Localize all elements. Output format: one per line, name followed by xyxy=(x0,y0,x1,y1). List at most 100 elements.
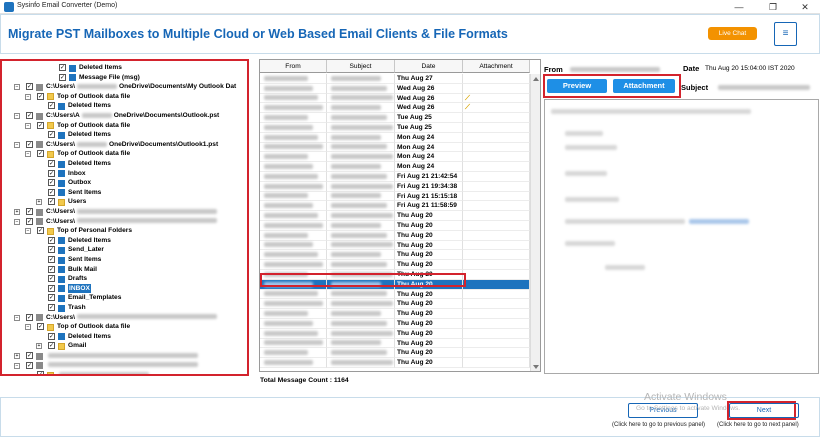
tree-item[interactable]: + ✓ C:\Users\ xyxy=(2,207,247,217)
column-header-attachment[interactable]: Attachment xyxy=(463,60,530,73)
tree-item[interactable]: + ✓ Gmail xyxy=(2,341,247,351)
collapse-icon[interactable]: − xyxy=(25,151,31,158)
message-row[interactable]: Mon Aug 24 xyxy=(260,132,530,143)
tree-checkbox[interactable]: ✓ xyxy=(48,342,55,350)
tree-item[interactable]: ✓ Bulk Mail xyxy=(2,265,247,275)
message-scrollbar[interactable] xyxy=(530,74,540,371)
live-chat-button[interactable]: Live Chat xyxy=(708,27,757,40)
folder-tree[interactable]: ✓ Deleted Items ✓ Message File (msg) − ✓ C:\Us… xyxy=(0,59,249,376)
collapse-icon[interactable]: − xyxy=(14,113,20,119)
tree-checkbox[interactable]: ✓ xyxy=(26,208,33,215)
tree-item[interactable]: − ✓ Top of Outlook data file xyxy=(2,92,247,102)
collapse-icon[interactable]: − xyxy=(14,314,20,321)
tree-checkbox[interactable]: ✓ xyxy=(48,265,55,273)
collapse-icon[interactable]: − xyxy=(25,122,31,129)
message-row[interactable]: Thu Aug 20 xyxy=(260,289,530,300)
message-row[interactable]: Mon Aug 24 xyxy=(260,152,530,163)
tree-checkbox[interactable]: ✓ xyxy=(59,64,66,71)
tree-checkbox[interactable]: ✓ xyxy=(37,227,44,235)
tree-checkbox[interactable]: ✓ xyxy=(48,102,55,110)
message-row[interactable]: Thu Aug 20 xyxy=(260,358,530,368)
message-row[interactable]: Thu Aug 20 xyxy=(260,309,530,319)
restore-button[interactable]: ❐ xyxy=(758,0,788,14)
message-row[interactable]: Thu Aug 20 xyxy=(260,260,530,270)
preview-tab[interactable]: Preview xyxy=(547,79,607,93)
tree-checkbox[interactable]: ✓ xyxy=(37,92,44,100)
expand-icon[interactable]: + xyxy=(14,209,20,215)
column-header-subject[interactable]: Subject xyxy=(327,60,395,73)
tree-checkbox[interactable]: ✓ xyxy=(48,275,55,283)
tree-checkbox[interactable]: ✓ xyxy=(48,294,55,302)
tree-item[interactable]: ✓ Sent Items xyxy=(2,255,247,265)
tree-checkbox[interactable]: ✓ xyxy=(48,188,55,196)
attachment-tab[interactable]: Attachment xyxy=(613,79,675,93)
message-row[interactable]: Tue Aug 25 xyxy=(260,123,530,133)
tree-item[interactable]: − ✓ Top of Personal Folders xyxy=(2,226,247,236)
tree-item[interactable]: + ✓ xyxy=(2,351,247,361)
tree-item[interactable]: − ✓ Top of Outlook data file xyxy=(2,121,247,131)
tree-checkbox[interactable]: ✓ xyxy=(48,246,55,254)
menu-button[interactable]: ≡ xyxy=(774,22,797,46)
tree-checkbox[interactable]: ✓ xyxy=(48,179,55,187)
tree-item[interactable]: ✓ Deleted Items xyxy=(2,101,247,111)
scroll-down-icon[interactable] xyxy=(533,365,539,369)
tree-item[interactable]: − ✓ C:\Users\ OneDrive\Documents\My Outlook… xyxy=(2,82,247,92)
tree-item[interactable]: ✓ Sent Items xyxy=(2,188,247,198)
collapse-icon[interactable]: − xyxy=(14,362,20,369)
tree-checkbox[interactable]: ✓ xyxy=(26,112,33,119)
expand-icon[interactable]: + xyxy=(14,353,20,359)
tree-item[interactable]: − ✓ C:\Users\ xyxy=(2,217,247,227)
message-grid[interactable]: From Subject Date Attachment Thu Aug 27 W… xyxy=(259,59,541,372)
message-row[interactable]: Thu Aug 20 xyxy=(260,299,530,310)
tree-checkbox[interactable]: ✓ xyxy=(59,73,66,81)
tree-item[interactable]: ✓ INBOX xyxy=(2,283,247,294)
next-button[interactable]: Next xyxy=(729,403,799,418)
collapse-icon[interactable]: − xyxy=(25,324,31,331)
tree-item[interactable]: ✓ Message File (msg) xyxy=(2,73,247,83)
tree-checkbox[interactable]: ✓ xyxy=(48,160,55,167)
tree-item[interactable]: ✓ xyxy=(2,370,247,374)
collapse-icon[interactable]: − xyxy=(14,141,20,148)
tree-item[interactable]: ✓ Deleted Items xyxy=(2,159,247,169)
tree-item[interactable]: + ✓ Users xyxy=(2,197,247,207)
collapse-icon[interactable]: − xyxy=(14,84,20,91)
tree-checkbox[interactable]: ✓ xyxy=(37,371,44,374)
tree-item[interactable]: ✓ Deleted Items xyxy=(2,332,247,342)
tree-item[interactable]: − ✓ Top of Outlook data file xyxy=(2,322,247,332)
tree-item[interactable]: ✓ Trash xyxy=(2,303,247,313)
tree-checkbox[interactable]: ✓ xyxy=(48,169,55,177)
message-row[interactable]: Fri Aug 21 11:58:59 xyxy=(260,201,530,212)
tree-checkbox[interactable]: ✓ xyxy=(26,352,33,359)
tree-item[interactable]: ✓ Outbox xyxy=(2,178,247,188)
scroll-up-icon[interactable] xyxy=(533,77,539,81)
message-row[interactable]: Wed Aug 26 ⟋ xyxy=(260,103,530,114)
tree-checkbox[interactable]: ✓ xyxy=(26,140,33,148)
tree-item[interactable]: ✓ Send_Later xyxy=(2,245,247,255)
minimize-button[interactable]: — xyxy=(724,0,754,14)
message-row[interactable]: Wed Aug 26 xyxy=(260,83,530,94)
tree-checkbox[interactable]: ✓ xyxy=(26,313,33,321)
tree-item[interactable]: ✓ Deleted Items xyxy=(2,63,247,73)
tree-checkbox[interactable]: ✓ xyxy=(48,284,55,292)
message-row[interactable]: Thu Aug 20 xyxy=(260,328,530,339)
tree-item[interactable]: − ✓ C:\Users\ OneDrive\Documents\Outlook1.p… xyxy=(2,140,247,150)
tree-item[interactable]: − ✓ Top of Outlook data file xyxy=(2,149,247,159)
tree-checkbox[interactable]: ✓ xyxy=(48,198,55,206)
message-row[interactable]: Thu Aug 20 xyxy=(260,319,530,329)
message-row[interactable]: Mon Aug 24 xyxy=(260,162,530,172)
message-row[interactable]: Thu Aug 20 xyxy=(260,250,530,261)
tree-item[interactable]: − ✓ xyxy=(2,361,247,371)
tree-item[interactable]: ✓ Inbox xyxy=(2,169,247,179)
tree-item[interactable]: − ✓ C:\Users\A OneDrive\Documents\Outlook.p… xyxy=(2,111,247,121)
tree-checkbox[interactable]: ✓ xyxy=(26,361,33,369)
message-row[interactable]: Thu Aug 20 xyxy=(260,211,530,221)
message-row[interactable]: Tue Aug 25 xyxy=(260,113,530,123)
tree-item[interactable]: ✓ Email_Templates xyxy=(2,293,247,303)
tree-checkbox[interactable]: ✓ xyxy=(26,83,33,91)
close-button[interactable]: ✕ xyxy=(790,0,820,14)
expand-icon[interactable]: + xyxy=(36,343,42,350)
message-row[interactable]: Fri Aug 21 21:42:54 xyxy=(260,172,530,182)
tree-checkbox[interactable]: ✓ xyxy=(37,150,44,158)
collapse-icon[interactable]: − xyxy=(25,228,31,235)
tree-checkbox[interactable]: ✓ xyxy=(37,121,44,129)
